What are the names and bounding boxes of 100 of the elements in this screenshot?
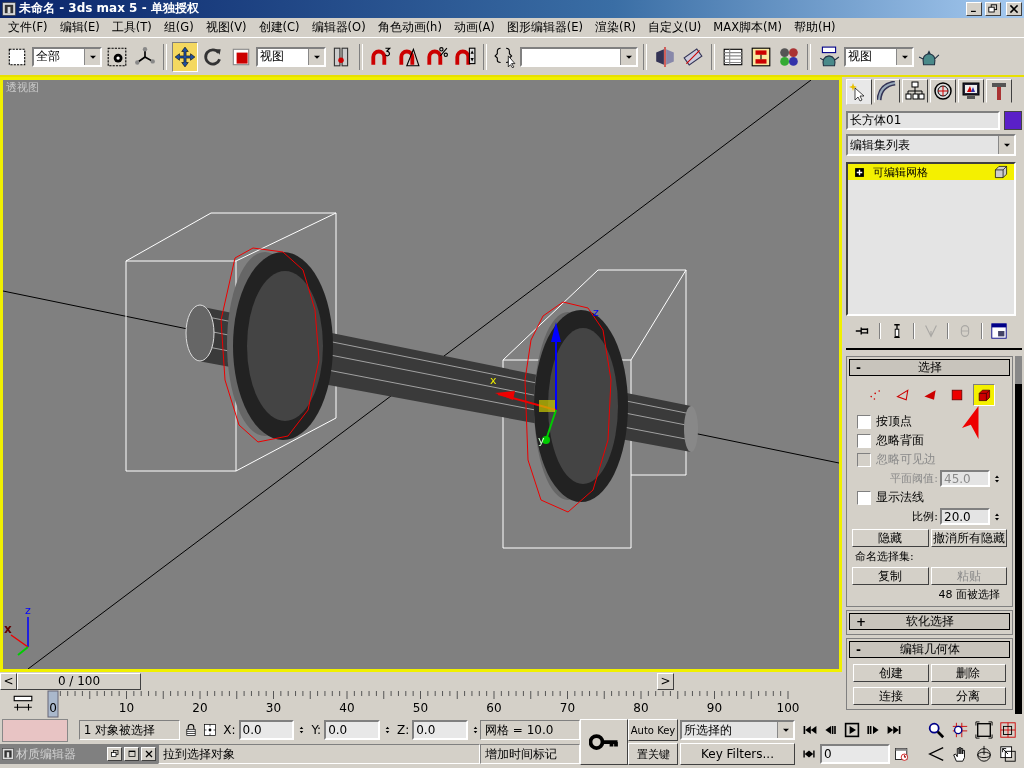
next-frame-button[interactable]: > [657, 672, 674, 690]
rollout-header[interactable]: + 软化选择 [849, 613, 1010, 631]
caret-icon[interactable] [777, 722, 793, 739]
menu-item[interactable]: 文件(F) [2, 19, 54, 35]
object-name-field[interactable]: 长方体01 [846, 111, 1000, 131]
dropdown[interactable]: 视图 [844, 46, 914, 67]
section-label: 命名选择集: [854, 549, 915, 565]
hammer-icon[interactable] [986, 79, 1012, 104]
key-set-dropdown[interactable]: 所选择的 [680, 720, 795, 741]
time-slider-thumb[interactable]: 0 / 100 [17, 672, 141, 690]
panel-button[interactable]: 删除 [930, 664, 1006, 683]
checkbox-label: 忽略可见边 [876, 451, 936, 469]
dropdown[interactable]: 视图 [256, 46, 326, 67]
axis-label: x [490, 374, 497, 388]
monitor-icon[interactable] [958, 79, 984, 104]
close-icon[interactable] [141, 747, 156, 762]
frame-number: 70 [559, 701, 576, 716]
axis-label: Z: [396, 723, 410, 738]
time-config-icon[interactable] [893, 745, 911, 764]
checkbox-label: 忽略背面 [876, 432, 924, 450]
rollout-header[interactable]: - 选择 [849, 359, 1010, 377]
menu-item[interactable]: 编辑器(O) [305, 19, 372, 35]
checkbox[interactable] [857, 490, 871, 505]
frame-number: 60 [486, 701, 502, 716]
restore-icon[interactable] [107, 747, 122, 762]
checkbox[interactable] [857, 414, 871, 429]
menu-item[interactable]: 组(G) [157, 19, 200, 35]
absolute-mode-icon[interactable] [202, 722, 219, 739]
close-icon[interactable] [1006, 1, 1022, 16]
menu-item[interactable]: 编辑(E) [53, 19, 106, 35]
wheel-icon[interactable] [930, 79, 956, 104]
key-icon[interactable] [580, 719, 628, 766]
time-tag-field[interactable]: 增加时间标记 [480, 744, 580, 765]
minimize-icon[interactable] [966, 1, 982, 16]
frame-number: 0 [49, 701, 57, 716]
coordinate-field[interactable]: 0.0 [412, 720, 468, 741]
play-icon[interactable] [843, 721, 861, 740]
number-field[interactable]: 20.0 [940, 508, 990, 526]
coordinate-field[interactable]: 0.0 [238, 720, 295, 741]
coordinate-field[interactable]: 0.0 [324, 720, 380, 741]
app-logo-icon [2, 748, 14, 761]
panel-button[interactable]: 连接 [853, 687, 929, 706]
set-key-button[interactable]: 置关键 [628, 743, 678, 766]
axis-tripod-drawing [10, 616, 29, 657]
panel-button[interactable]: 创建 [853, 664, 929, 683]
frame-field[interactable]: 0 [820, 744, 890, 765]
maximize-icon[interactable] [124, 747, 139, 762]
caret-icon[interactable] [308, 48, 324, 65]
menu-item[interactable]: 图形编辑器(E) [500, 19, 589, 35]
menu-item[interactable]: 视图(V) [199, 19, 253, 35]
move-icon[interactable] [172, 41, 198, 72]
frame-number: 30 [265, 701, 282, 716]
auto-key-button[interactable]: Auto Key [628, 719, 678, 742]
maximize-toggle-icon[interactable] [997, 744, 1019, 765]
frame-marker[interactable] [47, 690, 59, 718]
plus-box-icon[interactable] [854, 166, 865, 178]
script-listener-field[interactable] [2, 718, 68, 742]
zoom-extents-icon[interactable] [973, 720, 995, 741]
spinner-label: 平面阈值: [890, 471, 938, 487]
dropdown[interactable]: 全部 [32, 46, 102, 67]
transform-gizmo-drawing[interactable] [495, 322, 561, 445]
axis-label: y [538, 434, 545, 448]
window-title: 未命名 - 3ds max 5 - 单独授权 [19, 0, 199, 18]
menu-item[interactable]: 渲染(R) [589, 19, 642, 35]
zoom-extents-all-icon[interactable] [997, 720, 1019, 741]
panel-button[interactable]: 复制 [852, 567, 929, 586]
menu-item[interactable]: 工具(T) [105, 19, 158, 35]
previous-frame-button[interactable]: < [0, 672, 17, 690]
axis-label: X: [223, 723, 236, 738]
hierarchy-icon[interactable] [902, 79, 928, 104]
panel-button[interactable]: 撤消所有隐藏 [930, 529, 1007, 548]
frame-number: 50 [412, 701, 429, 716]
key-filters-button[interactable]: Key Filters... [680, 743, 795, 766]
caret-icon[interactable] [998, 136, 1014, 155]
curve-icon[interactable] [874, 79, 900, 104]
dropdown[interactable] [520, 46, 638, 67]
config-window-icon[interactable] [988, 321, 1010, 342]
menu-item[interactable]: MAX脚本(M) [707, 19, 788, 35]
modifier-list-dropdown[interactable]: 编辑集列表 [846, 134, 1016, 157]
checkbox[interactable] [857, 433, 871, 448]
checkbox-label: 按顶点 [876, 413, 912, 431]
menu-item[interactable]: 帮助(H) [787, 19, 842, 35]
menu-item[interactable]: 创建(C) [252, 19, 306, 35]
rollout-header[interactable]: - 编辑几何体 [849, 641, 1010, 659]
restore-icon[interactable] [985, 1, 1001, 16]
menu-item[interactable]: 角色动画(h) [371, 19, 448, 35]
selection-status: 1 对象被选择 [78, 720, 181, 741]
stack-item[interactable]: 可编辑网格 [848, 164, 1014, 181]
menu-item[interactable]: 自定义(U) [641, 19, 708, 35]
caret-icon[interactable] [620, 48, 636, 65]
menu-item[interactable]: 动画(A) [447, 19, 501, 35]
caret-icon[interactable] [84, 48, 100, 65]
panel-button[interactable]: 分离 [930, 687, 1006, 706]
scrollbar[interactable] [1015, 356, 1022, 715]
caret-icon[interactable] [896, 48, 912, 65]
element-icon[interactable] [972, 384, 995, 407]
stack-item-label: 可编辑网格 [873, 164, 928, 180]
viewport[interactable]: 透视图 z x y z x [0, 77, 842, 673]
color-swatch[interactable] [1004, 111, 1022, 131]
panel-button[interactable]: 隐藏 [852, 529, 929, 548]
